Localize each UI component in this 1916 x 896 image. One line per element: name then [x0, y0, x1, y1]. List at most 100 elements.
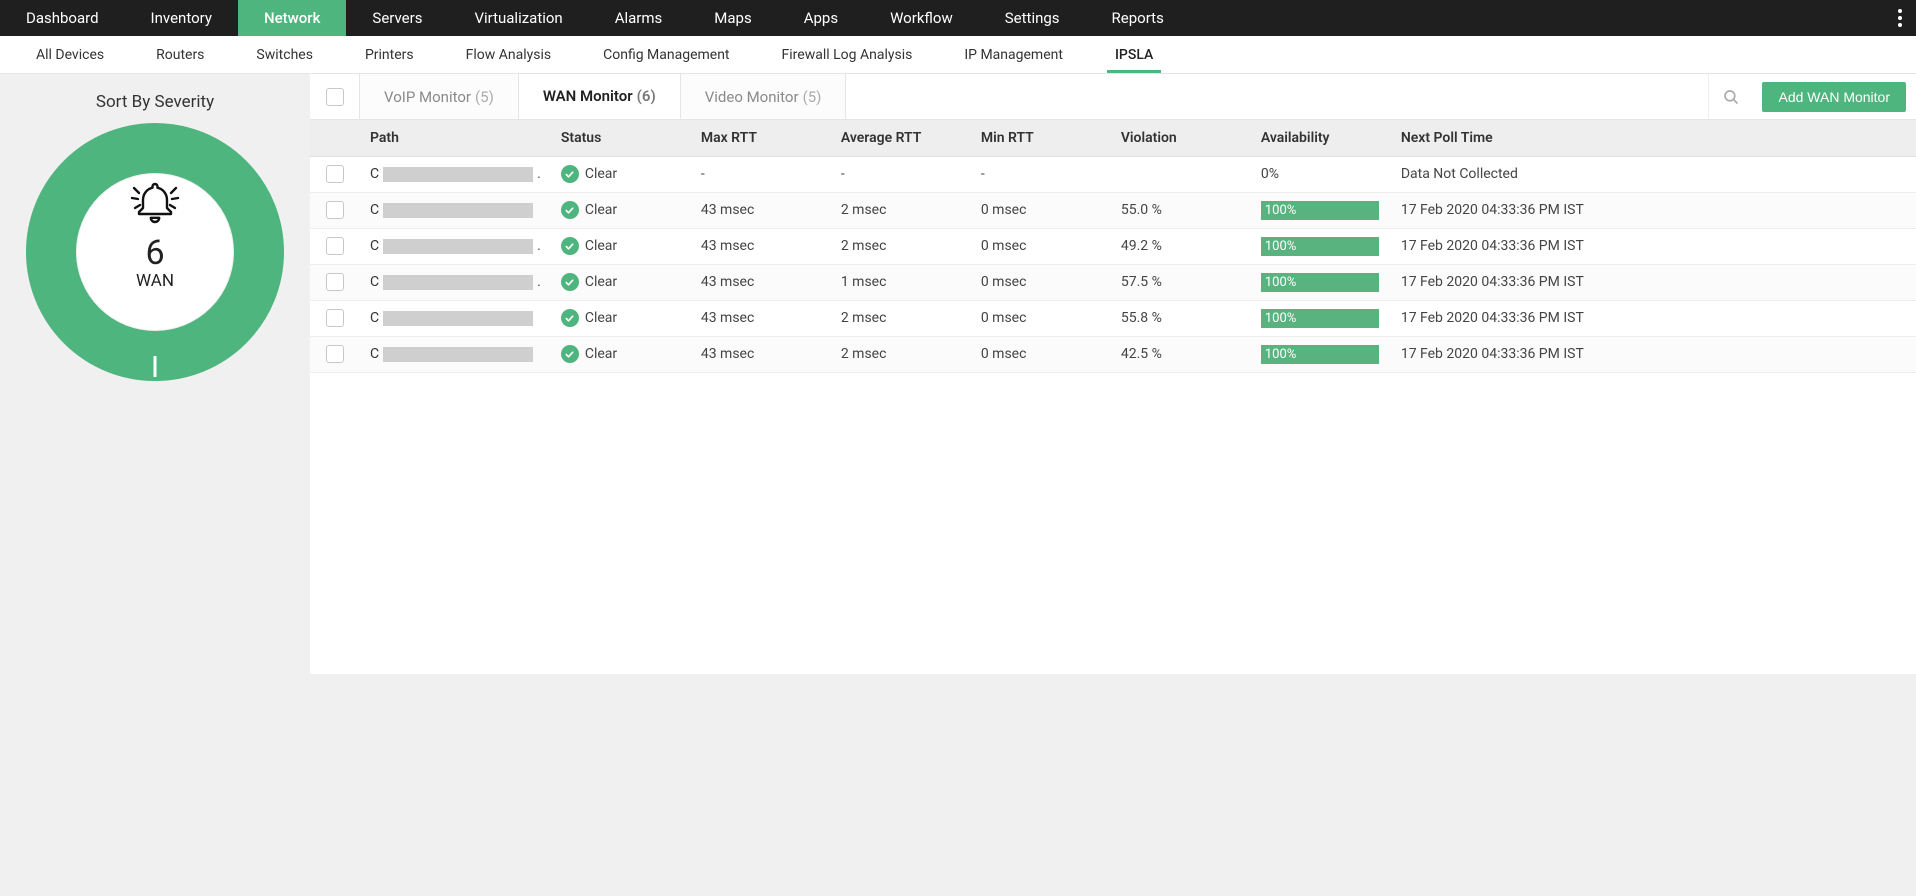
kebab-menu-icon[interactable]	[1884, 0, 1916, 36]
table-row[interactable]: CClear43 msec2 msec0 msec55.8 %100%17 Fe…	[310, 300, 1916, 336]
row-checkbox[interactable]	[326, 165, 344, 183]
secondary-nav-ipsla[interactable]: IPSLA	[1089, 36, 1179, 73]
cell-min-rtt: 0 msec	[971, 300, 1111, 336]
secondary-nav-firewall-log-analysis[interactable]: Firewall Log Analysis	[756, 36, 939, 73]
severity-panel: Sort By Severity 6	[0, 74, 310, 382]
primary-nav-workflow[interactable]: Workflow	[864, 0, 979, 36]
path-suffix: .	[537, 274, 541, 290]
primary-nav: DashboardInventoryNetworkServersVirtuali…	[0, 0, 1916, 36]
cell-max-rtt: 43 msec	[691, 228, 831, 264]
tab-voip-monitor[interactable]: VoIP Monitor (5)	[360, 74, 519, 119]
primary-nav-dashboard[interactable]: Dashboard	[0, 0, 125, 36]
cell-next-poll: 17 Feb 2020 04:33:36 PM IST	[1391, 228, 1916, 264]
path-redacted	[383, 311, 533, 326]
path-prefix: C	[370, 346, 379, 362]
status-clear-icon	[561, 165, 579, 183]
monitor-tabs-row: VoIP Monitor (5)WAN Monitor (6)Video Mon…	[310, 74, 1916, 120]
severity-label: WAN	[136, 271, 174, 291]
col-avg-rtt[interactable]: Average RTT	[831, 120, 971, 156]
row-checkbox[interactable]	[326, 201, 344, 219]
cell-next-poll: 17 Feb 2020 04:33:36 PM IST	[1391, 300, 1916, 336]
status-text: Clear	[585, 310, 617, 326]
path-prefix: C	[370, 274, 379, 290]
secondary-nav: All DevicesRoutersSwitchesPrintersFlow A…	[0, 36, 1916, 74]
col-max-rtt[interactable]: Max RTT	[691, 120, 831, 156]
cell-min-rtt: 0 msec	[971, 192, 1111, 228]
col-min-rtt[interactable]: Min RTT	[971, 120, 1111, 156]
cell-availability: 100%	[1251, 336, 1391, 372]
status-clear-icon	[561, 237, 579, 255]
path-prefix: C	[370, 202, 379, 218]
tab-count: (6)	[637, 87, 656, 105]
row-checkbox[interactable]	[326, 273, 344, 291]
availability-bar: 100%	[1261, 237, 1379, 256]
add-wan-monitor-button[interactable]: Add WAN Monitor	[1762, 82, 1906, 112]
primary-nav-apps[interactable]: Apps	[778, 0, 864, 36]
path-redacted	[383, 203, 533, 218]
cell-min-rtt: -	[971, 156, 1111, 192]
tab-count: (5)	[803, 88, 822, 106]
row-checkbox[interactable]	[326, 309, 344, 327]
path-redacted	[383, 275, 533, 290]
primary-nav-alarms[interactable]: Alarms	[589, 0, 689, 36]
cell-avg-rtt: 2 msec	[831, 300, 971, 336]
primary-nav-servers[interactable]: Servers	[346, 0, 448, 36]
table-row[interactable]: C.Clear---0%Data Not Collected	[310, 156, 1916, 192]
row-checkbox[interactable]	[326, 237, 344, 255]
cell-max-rtt: 43 msec	[691, 336, 831, 372]
availability-bar: 100%	[1261, 201, 1379, 220]
cell-max-rtt: 43 msec	[691, 192, 831, 228]
cell-availability: 0%	[1251, 156, 1391, 192]
cell-availability: 100%	[1251, 228, 1391, 264]
cell-avg-rtt: 1 msec	[831, 264, 971, 300]
secondary-nav-printers[interactable]: Printers	[339, 36, 440, 73]
status-clear-icon	[561, 201, 579, 219]
row-checkbox[interactable]	[326, 345, 344, 363]
col-next-poll[interactable]: Next Poll Time	[1391, 120, 1916, 156]
cell-avg-rtt: 2 msec	[831, 336, 971, 372]
secondary-nav-switches[interactable]: Switches	[230, 36, 339, 73]
primary-nav-virtualization[interactable]: Virtualization	[448, 0, 588, 36]
secondary-nav-flow-analysis[interactable]: Flow Analysis	[440, 36, 577, 73]
cell-violation: 55.8 %	[1111, 300, 1251, 336]
cell-next-poll: Data Not Collected	[1391, 156, 1916, 192]
status-text: Clear	[585, 202, 617, 218]
path-suffix: .	[537, 166, 541, 182]
monitor-content: VoIP Monitor (5)WAN Monitor (6)Video Mon…	[310, 74, 1916, 674]
table-row[interactable]: C.Clear43 msec2 msec0 msec49.2 %100%17 F…	[310, 228, 1916, 264]
secondary-nav-ip-management[interactable]: IP Management	[938, 36, 1089, 73]
col-status[interactable]: Status	[551, 120, 691, 156]
search-button[interactable]	[1708, 74, 1752, 119]
table-row[interactable]: C.Clear43 msec1 msec0 msec57.5 %100%17 F…	[310, 264, 1916, 300]
path-redacted	[383, 167, 533, 182]
primary-nav-reports[interactable]: Reports	[1086, 0, 1190, 36]
search-icon	[1722, 88, 1740, 106]
primary-nav-settings[interactable]: Settings	[979, 0, 1086, 36]
status-text: Clear	[585, 346, 617, 362]
secondary-nav-config-management[interactable]: Config Management	[577, 36, 755, 73]
primary-nav-maps[interactable]: Maps	[688, 0, 777, 36]
table-row[interactable]: CClear43 msec2 msec0 msec42.5 %100%17 Fe…	[310, 336, 1916, 372]
cell-next-poll: 17 Feb 2020 04:33:36 PM IST	[1391, 264, 1916, 300]
tab-label: VoIP Monitor	[384, 88, 471, 106]
severity-donut[interactable]: 6 WAN	[25, 122, 285, 382]
path-redacted	[383, 347, 533, 362]
secondary-nav-routers[interactable]: Routers	[130, 36, 230, 73]
cell-violation	[1111, 156, 1251, 192]
cell-min-rtt: 0 msec	[971, 336, 1111, 372]
col-availability[interactable]: Availability	[1251, 120, 1391, 156]
secondary-nav-all-devices[interactable]: All Devices	[10, 36, 130, 73]
primary-nav-network[interactable]: Network	[238, 0, 346, 36]
status-text: Clear	[585, 166, 617, 182]
tab-video-monitor[interactable]: Video Monitor (5)	[681, 74, 847, 119]
col-violation[interactable]: Violation	[1111, 120, 1251, 156]
monitors-table: Path Status Max RTT Average RTT Min RTT …	[310, 120, 1916, 373]
cell-violation: 57.5 %	[1111, 264, 1251, 300]
severity-count: 6	[136, 233, 174, 273]
primary-nav-inventory[interactable]: Inventory	[125, 0, 238, 36]
table-row[interactable]: CClear43 msec2 msec0 msec55.0 %100%17 Fe…	[310, 192, 1916, 228]
tab-wan-monitor[interactable]: WAN Monitor (6)	[519, 74, 681, 119]
select-all-checkbox[interactable]	[326, 88, 344, 106]
col-path[interactable]: Path	[360, 120, 551, 156]
severity-title: Sort By Severity	[0, 92, 310, 112]
